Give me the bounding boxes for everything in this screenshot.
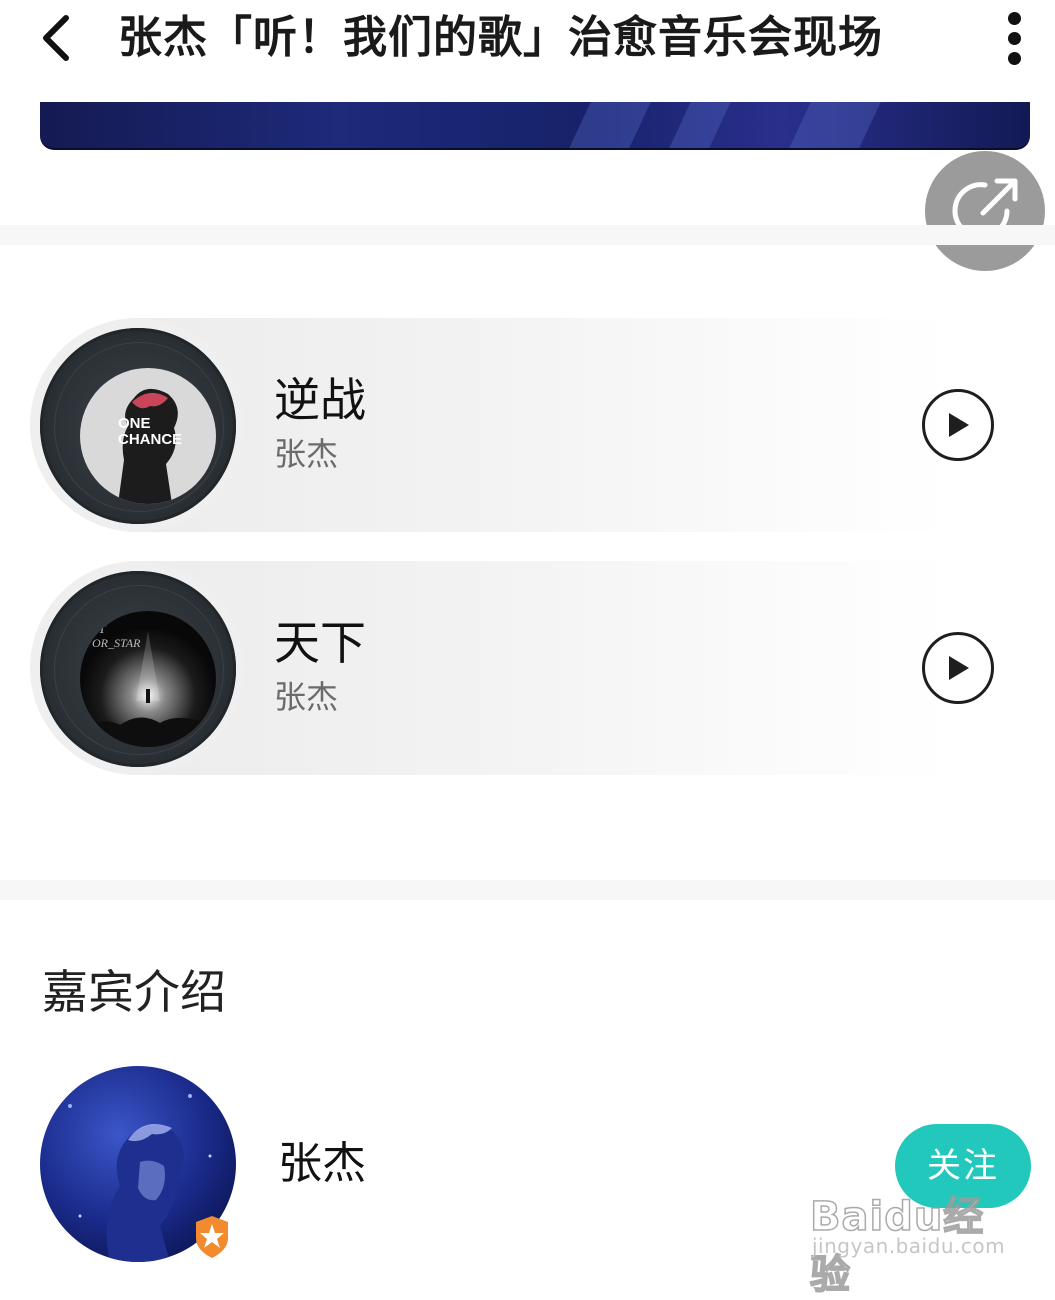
- vinyl-disc: ONE CHANCE: [40, 328, 236, 524]
- share-icon: [952, 178, 1018, 240]
- guest-name[interactable]: 张杰: [278, 1134, 366, 1194]
- song-artist: 张杰: [274, 435, 339, 473]
- more-dot-icon: [1008, 32, 1021, 45]
- play-button[interactable]: [922, 632, 994, 704]
- page-title: 张杰「听！我们的歌」治愈音乐会现场: [118, 12, 883, 63]
- vinyl-disc: ST OR_STAR: [40, 571, 236, 767]
- more-dot-icon: [1008, 52, 1021, 65]
- play-icon: [949, 413, 969, 437]
- section-divider: [0, 880, 1055, 900]
- album-cover-text: ONE: [118, 415, 151, 432]
- song-item[interactable]: ONE CHANCE 逆战 张杰: [30, 318, 994, 532]
- song-item[interactable]: ST OR_STAR 天下 张杰: [30, 561, 994, 775]
- album-cover: ONE CHANCE: [80, 368, 216, 504]
- verified-star-badge-icon: [188, 1212, 236, 1260]
- concert-banner[interactable]: [40, 102, 1030, 150]
- baidu-watermark: Baidu经验 jingyan.baidu.com: [809, 1168, 1010, 1299]
- album-cover: ST OR_STAR: [80, 611, 216, 747]
- play-button[interactable]: [922, 389, 994, 461]
- guest-section-title: 嘉宾介绍: [42, 965, 226, 1019]
- song-artist: 张杰: [274, 678, 339, 716]
- album-cover-text: CHANCE: [118, 431, 182, 448]
- song-title: 天下: [274, 616, 366, 670]
- back-button[interactable]: [34, 8, 84, 64]
- album-cover-text: OR_STAR: [92, 636, 141, 650]
- share-button[interactable]: [925, 151, 1045, 271]
- chevron-left-icon: [43, 15, 69, 61]
- more-options-button[interactable]: [998, 8, 1032, 68]
- play-icon: [949, 656, 969, 680]
- section-divider: [0, 225, 1055, 245]
- song-title: 逆战: [274, 373, 366, 427]
- more-dot-icon: [1008, 12, 1021, 25]
- watermark-url: jingyan.baidu.com: [812, 1234, 1006, 1258]
- top-bar: 张杰「听！我们的歌」治愈音乐会现场: [0, 0, 1055, 80]
